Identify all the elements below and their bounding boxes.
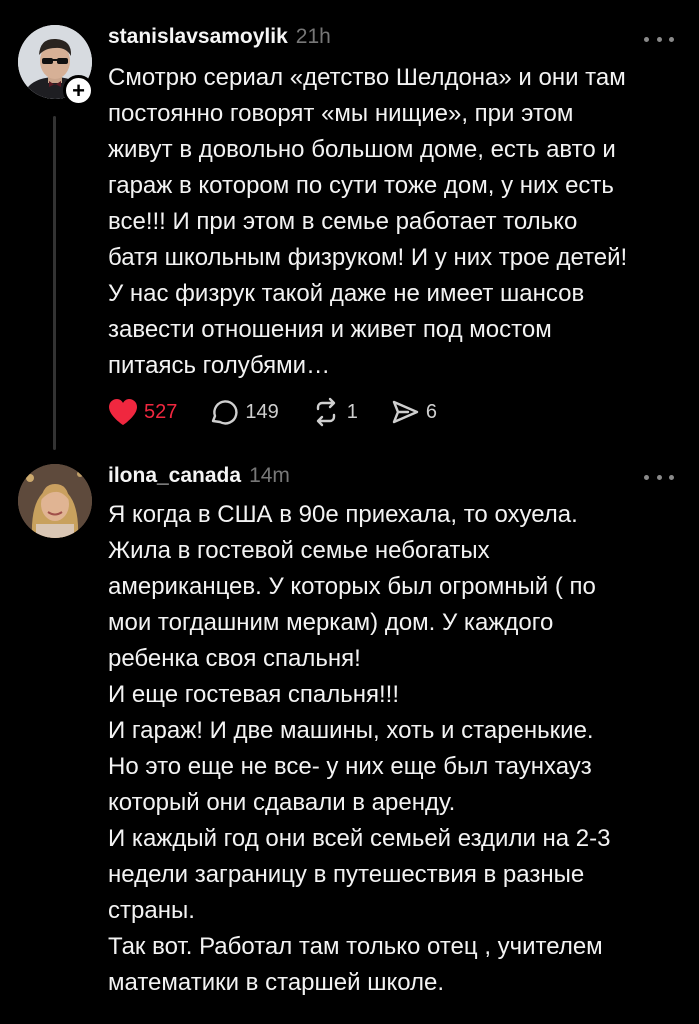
- repost-button[interactable]: 1: [311, 397, 358, 427]
- post-actions: 527 149 1 6: [108, 394, 469, 430]
- plus-icon: +: [72, 77, 85, 103]
- more-icon[interactable]: [644, 33, 674, 45]
- timestamp: 21h: [295, 25, 331, 48]
- share-icon: [392, 400, 419, 424]
- timestamp: 14m: [249, 464, 290, 487]
- post-header: ilona_canada 14m: [108, 464, 290, 488]
- share-button[interactable]: 6: [390, 397, 437, 427]
- more-icon[interactable]: [644, 471, 674, 483]
- post-text: Смотрю сериал «детство Шелдона» и они та…: [108, 64, 628, 379]
- share-count: 6: [425, 400, 437, 423]
- repost-count: 1: [346, 400, 358, 423]
- heart-icon: [109, 399, 137, 425]
- thread-post: + stanislavsamoylik 21h Смотрю сериал «д…: [0, 0, 699, 450]
- like-button[interactable]: 527: [108, 398, 177, 426]
- thread-post: ilona_canada 14m Я когда в США в 90е при…: [0, 450, 699, 1024]
- like-count: 527: [144, 400, 178, 423]
- post-text: Я когда в США в 90е приехала, то охуела.…: [108, 501, 611, 996]
- username[interactable]: ilona_canada: [108, 464, 241, 488]
- avatar[interactable]: [18, 464, 92, 538]
- follow-button[interactable]: +: [63, 75, 94, 106]
- username[interactable]: stanislavsamoylik: [108, 25, 288, 49]
- repost-icon: [316, 397, 335, 427]
- comment-count: 149: [245, 400, 279, 423]
- post-header: stanislavsamoylik 21h: [108, 25, 331, 49]
- comment-icon: [212, 400, 238, 425]
- user-portrait-icon: [18, 464, 92, 538]
- comment-button[interactable]: 149: [209, 397, 279, 427]
- thread-line: [53, 116, 56, 450]
